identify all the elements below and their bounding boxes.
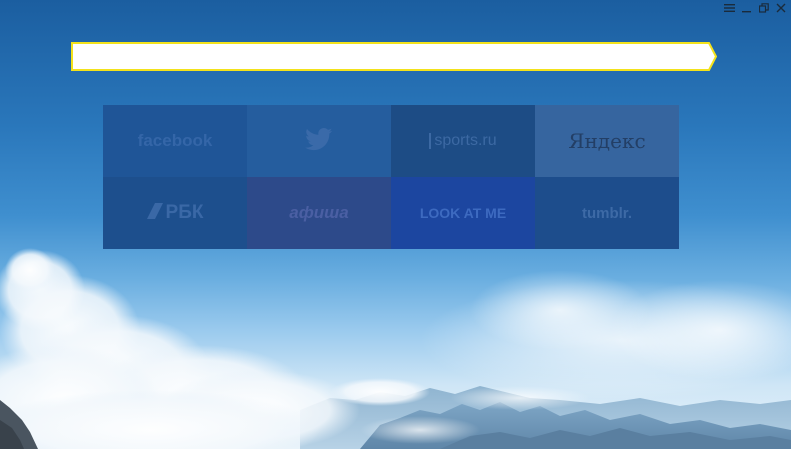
tile-label: sports.ru	[434, 132, 497, 149]
tile-label: tumblr.	[581, 204, 632, 222]
twitter-bird-icon	[305, 127, 333, 155]
sports-logo: sports.ru	[429, 132, 497, 150]
menu-icon[interactable]	[723, 1, 736, 14]
tile-label: facebook	[137, 131, 213, 150]
tile-afisha[interactable]: афиша	[247, 177, 391, 249]
tile-label: РБК	[165, 202, 204, 223]
minimize-icon[interactable]	[740, 1, 753, 14]
search-bar[interactable]	[71, 42, 717, 71]
tile-rbk[interactable]: РБК	[103, 177, 247, 249]
rbk-logo-icon	[146, 203, 163, 223]
restore-icon[interactable]	[757, 1, 770, 14]
tile-yandex[interactable]: Яндекс	[535, 105, 679, 177]
close-icon[interactable]	[774, 1, 787, 14]
site-tiles-grid: facebook sports.ru Яндекс РБК афиша LOOK…	[103, 105, 679, 249]
search-input[interactable]	[77, 46, 701, 69]
tile-tumblr[interactable]: tumblr.	[535, 177, 679, 249]
tile-facebook[interactable]: facebook	[103, 105, 247, 177]
rbk-logo: РБК	[146, 202, 204, 224]
tile-label: LOOK AT ME	[419, 205, 507, 221]
sports-bar-icon	[429, 133, 432, 149]
new-tab-page: facebook sports.ru Яндекс РБК афиша LOOK…	[0, 0, 791, 449]
tile-look-at-me[interactable]: LOOK AT ME	[391, 177, 535, 249]
tile-twitter[interactable]	[247, 105, 391, 177]
tile-label: Яндекс	[568, 129, 646, 153]
tile-sports-ru[interactable]: sports.ru	[391, 105, 535, 177]
window-controls	[723, 1, 787, 14]
tile-label: афиша	[289, 203, 349, 222]
